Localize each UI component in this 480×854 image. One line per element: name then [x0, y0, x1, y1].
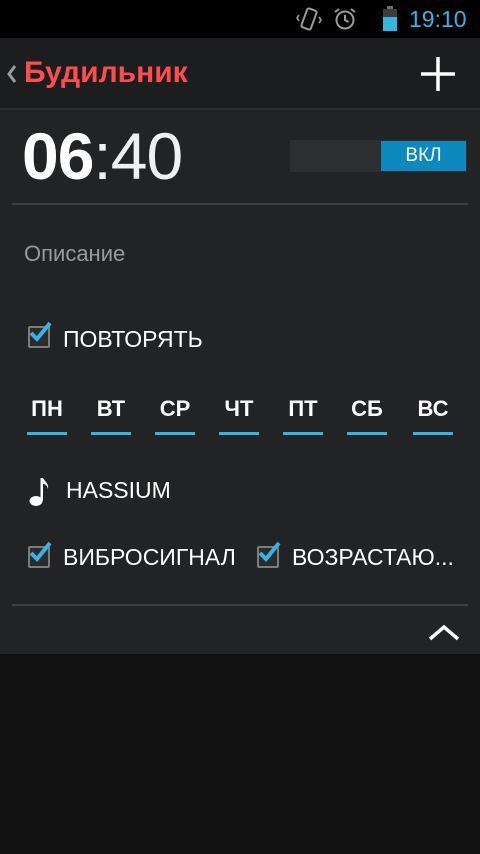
- ringtone-button[interactable]: HASSIUM: [66, 477, 171, 504]
- chevron-left-icon[interactable]: [6, 64, 18, 89]
- status-bar: 19:10: [0, 0, 480, 38]
- action-bar: Будильник: [0, 38, 480, 110]
- music-note-icon[interactable]: [28, 474, 50, 513]
- increasing-volume-checkbox[interactable]: [255, 540, 283, 568]
- status-clock: 19:10: [409, 6, 467, 32]
- checkmark-icon: [29, 541, 52, 562]
- alarm-details-panel: 06:40 ВКЛ Описание ПОВТОРЯТЬ ПН ВТ СР ЧТ…: [0, 110, 480, 654]
- day-sat[interactable]: СБ: [347, 393, 387, 435]
- vibrate-label[interactable]: ВИБРОСИГНАЛ: [63, 544, 236, 571]
- battery-icon: [382, 6, 398, 37]
- day-mon[interactable]: ПН: [27, 393, 67, 435]
- day-wed[interactable]: СР: [155, 393, 195, 435]
- repeat-days: ПН ВТ СР ЧТ ПТ СБ ВС: [27, 393, 455, 435]
- divider: [12, 203, 468, 205]
- alarm-time[interactable]: 06:40: [22, 119, 183, 193]
- alarm-hours: 06: [22, 119, 94, 193]
- divider: [12, 604, 468, 606]
- plus-icon: [421, 57, 455, 91]
- day-thu[interactable]: ЧТ: [219, 393, 259, 435]
- repeat-label[interactable]: ПОВТОРЯТЬ: [63, 326, 203, 353]
- description-field[interactable]: Описание: [24, 241, 125, 267]
- increasing-volume-label[interactable]: ВОЗРАСТАЮ...: [292, 544, 454, 571]
- alarm-clock-icon: [333, 7, 357, 36]
- chevron-up-icon[interactable]: [424, 618, 464, 648]
- vibrate-checkbox[interactable]: [26, 540, 54, 568]
- day-sun[interactable]: ВС: [413, 393, 453, 435]
- add-alarm-button[interactable]: [412, 48, 464, 100]
- day-fri[interactable]: ПТ: [283, 393, 323, 435]
- toggle-on-label: ВКЛ: [381, 141, 466, 171]
- checkmark-icon: [29, 321, 52, 342]
- checkmark-icon: [258, 541, 281, 562]
- vibrate-icon: [296, 6, 322, 37]
- repeat-checkbox[interactable]: [26, 320, 54, 348]
- day-tue[interactable]: ВТ: [91, 393, 131, 435]
- page-title[interactable]: Будильник: [24, 56, 188, 90]
- alarm-toggle[interactable]: ВКЛ: [290, 140, 467, 172]
- alarm-time-separator: :: [93, 119, 111, 193]
- alarm-minutes: 40: [110, 119, 183, 193]
